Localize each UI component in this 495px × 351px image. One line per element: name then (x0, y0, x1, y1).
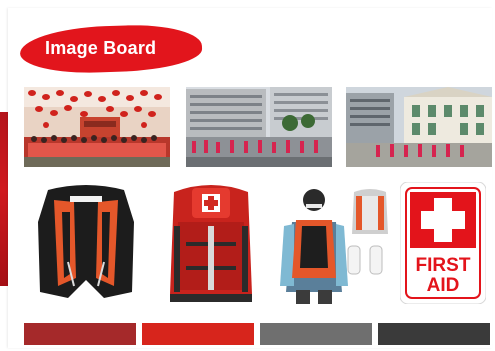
color-swatch-dark-red (24, 323, 136, 345)
color-swatch-gray (260, 323, 372, 345)
first-aid-line-1: FIRST (415, 255, 471, 276)
first-aid-sign: FIRST AID (400, 182, 486, 304)
board-title: Image Board (45, 38, 157, 58)
city-street-runners-photo (186, 87, 332, 167)
lantern-festival-group-photo (24, 87, 170, 167)
emergency-backpack-photo (164, 182, 258, 304)
runner-wearing-vest-photo (270, 182, 392, 304)
running-hydration-vest-photo (24, 182, 148, 304)
colonial-building-runners-photo (346, 87, 492, 167)
color-swatch-red (142, 323, 254, 345)
first-aid-line-2: AID (426, 275, 460, 296)
color-swatch-charcoal (378, 323, 490, 345)
